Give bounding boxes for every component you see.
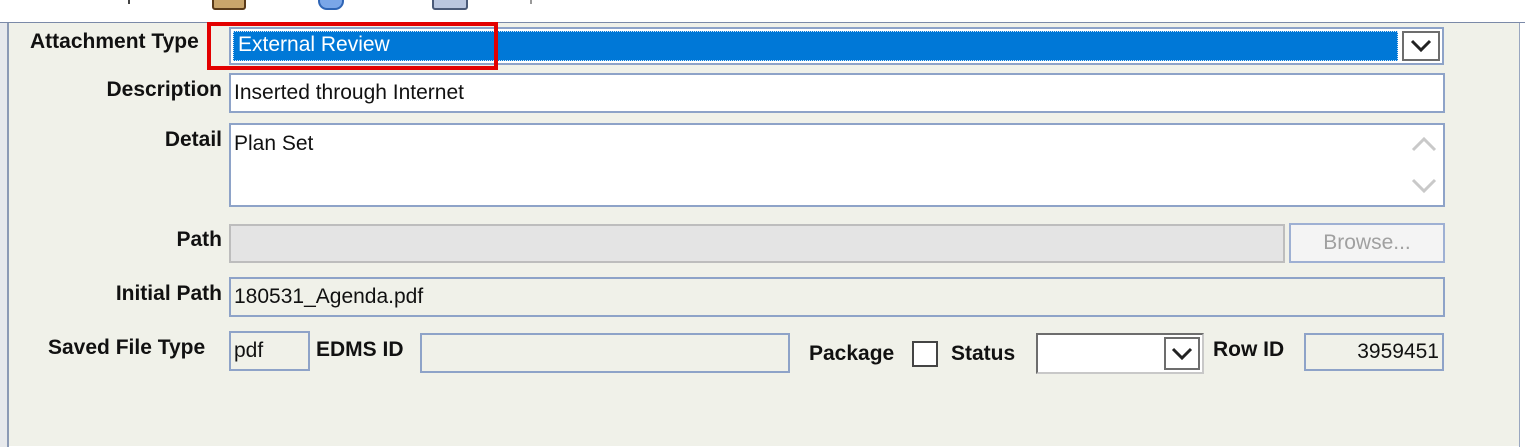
row-id-value: 3959451 (1357, 340, 1439, 363)
chevron-down-icon (1171, 347, 1193, 360)
initial-path-label: Initial Path (115, 282, 222, 305)
saved-file-type-label: Saved File Type (48, 336, 206, 359)
package-checkbox[interactable] (912, 341, 938, 367)
browse-button[interactable]: Browse... (1289, 223, 1445, 263)
attachment-type-selected-value: External Review (233, 31, 1398, 61)
toolbar-separator (128, 0, 130, 4)
row-id-field: 3959451 (1304, 333, 1444, 371)
chevron-down-icon (1410, 39, 1432, 53)
scroll-down-button[interactable] (1411, 175, 1437, 197)
status-select[interactable] (1036, 333, 1204, 374)
saved-file-type-value: pdf (234, 339, 264, 362)
detail-scrollbar[interactable] (1407, 127, 1441, 203)
description-label: Description (106, 78, 222, 101)
path-input (229, 224, 1285, 263)
detail-value: Plan Set (234, 132, 314, 155)
toolbar-separator (530, 0, 532, 4)
toolbar (0, 0, 1525, 22)
attachment-type-label: Attachment Type (30, 30, 199, 53)
status-dropdown-button[interactable] (1164, 337, 1200, 370)
description-value: Inserted through Internet (234, 81, 464, 104)
detail-textarea[interactable]: Plan Set (229, 123, 1445, 207)
package-label: Package (809, 342, 895, 365)
description-input[interactable]: Inserted through Internet (229, 73, 1445, 113)
detail-label: Detail (164, 128, 222, 151)
chevron-down-icon (1411, 178, 1437, 194)
initial-path-value: 180531_Agenda.pdf (234, 285, 424, 308)
save-icon[interactable] (432, 0, 468, 10)
status-label: Status (951, 342, 1016, 365)
print-icon[interactable] (212, 0, 246, 10)
attachment-type-select[interactable]: External Review (229, 27, 1444, 65)
panel-left-border (0, 23, 9, 447)
edms-id-label: EDMS ID (316, 338, 404, 361)
row-id-label: Row ID (1213, 338, 1285, 361)
attachment-type-dropdown-button[interactable] (1402, 31, 1440, 61)
panel-right-border (1519, 23, 1525, 447)
scroll-up-button[interactable] (1411, 133, 1437, 155)
edms-id-field (420, 333, 790, 373)
initial-path-field: 180531_Agenda.pdf (229, 277, 1445, 317)
saved-file-type-field: pdf (229, 331, 310, 371)
path-label: Path (176, 228, 222, 251)
chevron-up-icon (1411, 136, 1437, 152)
refresh-icon[interactable] (318, 0, 344, 10)
